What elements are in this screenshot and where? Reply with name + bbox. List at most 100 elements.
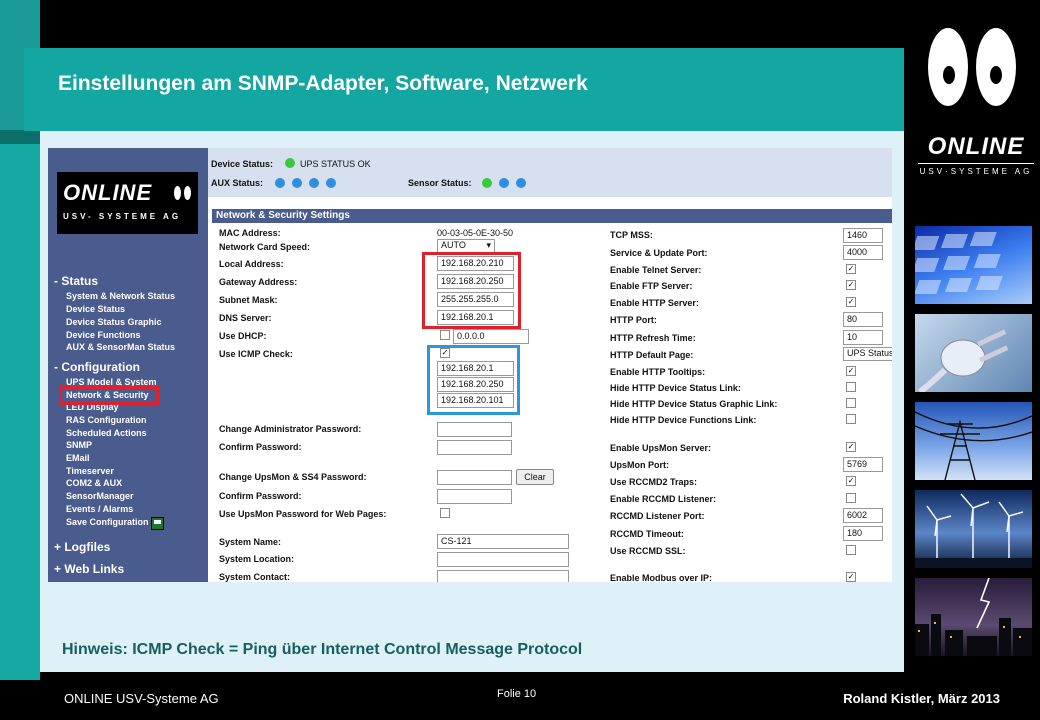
http-port-input[interactable]: 80 — [843, 312, 883, 327]
telnet-label: Enable Telnet Server: — [610, 265, 702, 275]
upsmon-port-input[interactable]: 5769 — [843, 457, 883, 472]
power-plug-photo — [915, 314, 1032, 392]
upsmon-server-label: Enable UpsMon Server: — [610, 443, 712, 453]
dhcp-label: Use DHCP: — [219, 331, 267, 341]
tcp-mss-label: TCP MSS: — [610, 230, 653, 240]
icmp-note: Hinweis: ICMP Check = Ping über Internet… — [62, 641, 583, 658]
nav-item-events-alarms[interactable]: Events / Alarms — [66, 504, 133, 514]
local-address-label: Local Address: — [219, 259, 284, 269]
gateway-label: Gateway Address: — [219, 277, 298, 287]
blue-led-icon — [275, 178, 285, 188]
wind-turbines-photo — [915, 490, 1032, 568]
hide-functions-checkbox[interactable] — [846, 414, 856, 424]
blue-led-icon — [292, 178, 302, 188]
footer-author-date: Roland Kistler, März 2013 — [843, 691, 1000, 706]
nav-logfiles-section[interactable]: + Logfiles — [54, 540, 110, 554]
logo-text: ONLINE — [63, 180, 153, 205]
city-lightning-photo — [915, 578, 1032, 656]
nav-status-section[interactable]: - Status — [54, 274, 98, 288]
rccmd-ssl-checkbox[interactable] — [846, 545, 856, 555]
nav-sidebar: ONLINE USV- SYSTEME AG - Status System &… — [48, 148, 208, 582]
upsmon-password-input[interactable] — [437, 470, 512, 485]
nav-item-save-configuration[interactable]: Save Configuration — [66, 517, 149, 527]
rccmd-listener-checkbox[interactable] — [846, 493, 856, 503]
nav-weblinks-section[interactable]: + Web Links — [54, 562, 124, 576]
hide-graphic-checkbox[interactable] — [846, 398, 856, 408]
keyboard-photo — [915, 226, 1032, 304]
clear-button[interactable]: Clear — [516, 469, 554, 485]
http-label: Enable HTTP Server: — [610, 298, 699, 308]
sensor-status-label: Sensor Status: — [408, 178, 472, 188]
nav-item-ras-configuration[interactable]: RAS Configuration — [66, 415, 147, 425]
device-status-value: UPS STATUS OK — [300, 159, 371, 169]
save-disk-icon[interactable] — [151, 517, 164, 530]
default-page-select[interactable]: UPS Status — [843, 347, 892, 361]
brand-subtitle: USV·SYSTEME AG — [919, 167, 1033, 176]
nav-item-aux-sensorman-status[interactable]: AUX & SensorMan Status — [66, 342, 175, 352]
rccmd2-traps-label: Use RCCMD2 Traps: — [610, 477, 698, 487]
hide-graphic-label: Hide HTTP Device Status Graphic Link: — [610, 399, 778, 409]
rccmd-timeout-label: RCCMD Timeout: — [610, 529, 684, 539]
rccmd-listener-label: Enable RCCMD Listener: — [610, 494, 717, 504]
modbus-label: Enable Modbus over IP: — [610, 573, 713, 582]
rccmd2-traps-checkbox[interactable]: ✓ — [846, 476, 856, 486]
system-name-input[interactable]: CS-121 — [437, 534, 569, 549]
logo-eye-left-icon — [928, 28, 968, 106]
icmp-label: Use ICMP Check: — [219, 349, 293, 359]
nav-item-snmp[interactable]: SNMP — [66, 440, 92, 450]
nav-item-email[interactable]: EMail — [66, 453, 90, 463]
logo-subtitle: USV- SYSTEME AG — [63, 212, 182, 221]
confirm-upsmon-input[interactable] — [437, 489, 512, 504]
nav-item-device-status[interactable]: Device Status — [66, 304, 125, 314]
network-security-highlight — [59, 386, 159, 405]
teal-stripe — [0, 130, 40, 144]
rccmd-ssl-label: Use RCCMD SSL: — [610, 546, 686, 556]
nav-item-sensormanager[interactable]: SensorManager — [66, 491, 134, 501]
blue-led-icon — [499, 178, 509, 188]
tooltips-checkbox[interactable]: ✓ — [846, 366, 856, 376]
ip-settings-highlight — [422, 252, 521, 329]
system-location-input[interactable] — [437, 552, 569, 567]
service-port-label: Service & Update Port: — [610, 248, 708, 258]
icmp-highlight — [427, 345, 520, 415]
admin-password-input[interactable] — [437, 422, 512, 437]
chevron-down-icon: ▾ — [486, 240, 491, 250]
cs121-logo: ONLINE USV- SYSTEME AG — [57, 172, 198, 234]
logo-eye-right-icon — [976, 28, 1016, 106]
system-contact-input[interactable] — [437, 570, 569, 582]
nav-item-scheduled-actions[interactable]: Scheduled Actions — [66, 428, 147, 438]
nav-configuration-section[interactable]: - Configuration — [54, 360, 140, 374]
slide-title: Einstellungen am SNMP-Adapter, Software,… — [58, 72, 588, 95]
subnet-label: Subnet Mask: — [219, 295, 278, 305]
footer: ONLINE USV-Systeme AG Folie 10 Roland Ki… — [0, 680, 1040, 720]
http-checkbox[interactable]: ✓ — [846, 297, 856, 307]
hide-status-label: Hide HTTP Device Status Link: — [610, 383, 741, 393]
upsmon-server-checkbox[interactable]: ✓ — [846, 442, 856, 452]
refresh-input[interactable]: 10 — [843, 330, 883, 345]
hide-status-checkbox[interactable] — [846, 382, 856, 392]
brand-name: ONLINE — [927, 133, 1025, 160]
dhcp-checkbox[interactable] — [440, 330, 450, 340]
ftp-checkbox[interactable]: ✓ — [846, 280, 856, 290]
status-bar: Device Status: UPS STATUS OK AUX Status:… — [208, 148, 892, 197]
mac-value: 00-03-05-0E-30-50 — [437, 228, 514, 238]
nav-item-device-status-graphic[interactable]: Device Status Graphic — [66, 317, 162, 327]
nav-item-com2-aux[interactable]: COM2 & AUX — [66, 478, 122, 488]
tcp-mss-input[interactable]: 1460 — [843, 228, 883, 243]
brand-divider — [918, 163, 1034, 164]
service-port-input[interactable]: 4000 — [843, 245, 883, 260]
hide-functions-label: Hide HTTP Device Functions Link: — [610, 415, 757, 425]
confirm-password-input[interactable] — [437, 440, 512, 455]
speed-label: Network Card Speed: — [219, 242, 311, 252]
rccmd-port-input[interactable]: 6002 — [843, 508, 883, 523]
use-upsmon-checkbox[interactable] — [440, 508, 450, 518]
nav-item-device-functions[interactable]: Device Functions — [66, 330, 141, 340]
dhcp-ip-input[interactable]: 0.0.0.0 — [453, 329, 529, 344]
rccmd-timeout-input[interactable]: 180 — [843, 526, 883, 541]
telnet-checkbox[interactable]: ✓ — [846, 264, 856, 274]
nav-item-system-network-status[interactable]: System & Network Status — [66, 291, 175, 301]
nav-item-timeserver[interactable]: Timeserver — [66, 466, 114, 476]
speed-value: AUTO — [441, 240, 466, 250]
speed-select[interactable]: AUTO ▾ — [437, 239, 495, 253]
modbus-checkbox[interactable]: ✓ — [846, 572, 856, 582]
